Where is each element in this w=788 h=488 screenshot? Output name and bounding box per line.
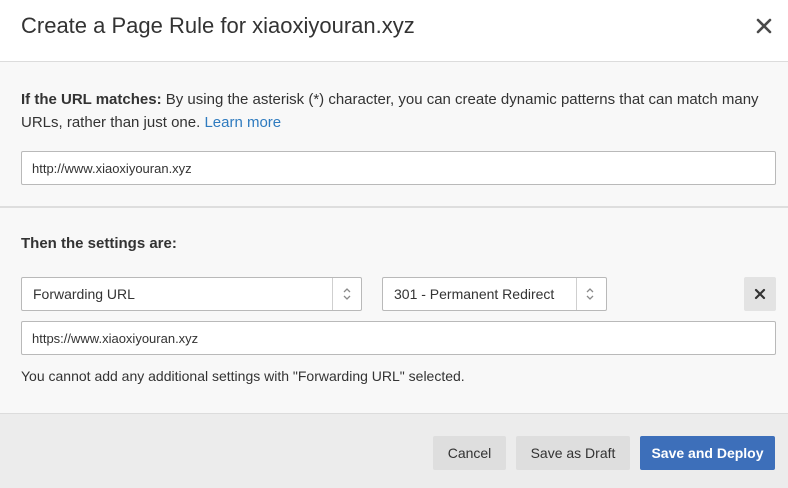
settings-section: Then the settings are: Forwarding URL 30…: [0, 208, 788, 413]
select-divider: [576, 278, 577, 310]
url-pattern-value: http://www.xiaoxiyouran.xyz: [32, 160, 192, 176]
page-rule-dialog: Create a Page Rule for xiaoxiyouran.xyz …: [0, 0, 788, 488]
updown-arrows-icon: [586, 287, 594, 301]
url-match-section: If the URL matches: By using the asteris…: [0, 62, 788, 208]
remove-icon: [754, 288, 766, 300]
remove-setting-button[interactable]: [744, 277, 776, 311]
forward-url-value: https://www.xiaoxiyouran.xyz: [32, 330, 199, 346]
dialog-footer: Cancel Save as Draft Save and Deploy: [0, 413, 788, 488]
url-match-description: If the URL matches: By using the asteris…: [21, 88, 771, 134]
settings-heading: Then the settings are:: [21, 235, 177, 252]
settings-note: You cannot add any additional settings w…: [21, 368, 465, 384]
close-icon[interactable]: [754, 16, 774, 36]
select-divider: [332, 278, 333, 310]
updown-arrows-icon: [343, 287, 351, 301]
dialog-header: Create a Page Rule for xiaoxiyouran.xyz: [0, 0, 788, 62]
cancel-button[interactable]: Cancel: [433, 436, 506, 470]
redirect-status-select[interactable]: 301 - Permanent Redirect: [382, 277, 607, 311]
forward-url-input[interactable]: https://www.xiaoxiyouran.xyz: [21, 321, 776, 355]
learn-more-link[interactable]: Learn more: [204, 114, 281, 131]
setting-type-select[interactable]: Forwarding URL: [21, 277, 362, 311]
save-as-draft-button[interactable]: Save as Draft: [516, 436, 630, 470]
save-and-deploy-button[interactable]: Save and Deploy: [640, 436, 775, 470]
url-match-heading: If the URL matches:: [21, 91, 162, 108]
url-pattern-input[interactable]: http://www.xiaoxiyouran.xyz: [21, 151, 776, 185]
redirect-status-value: 301 - Permanent Redirect: [394, 286, 555, 302]
setting-type-value: Forwarding URL: [33, 286, 135, 302]
dialog-title: Create a Page Rule for xiaoxiyouran.xyz: [21, 13, 415, 38]
